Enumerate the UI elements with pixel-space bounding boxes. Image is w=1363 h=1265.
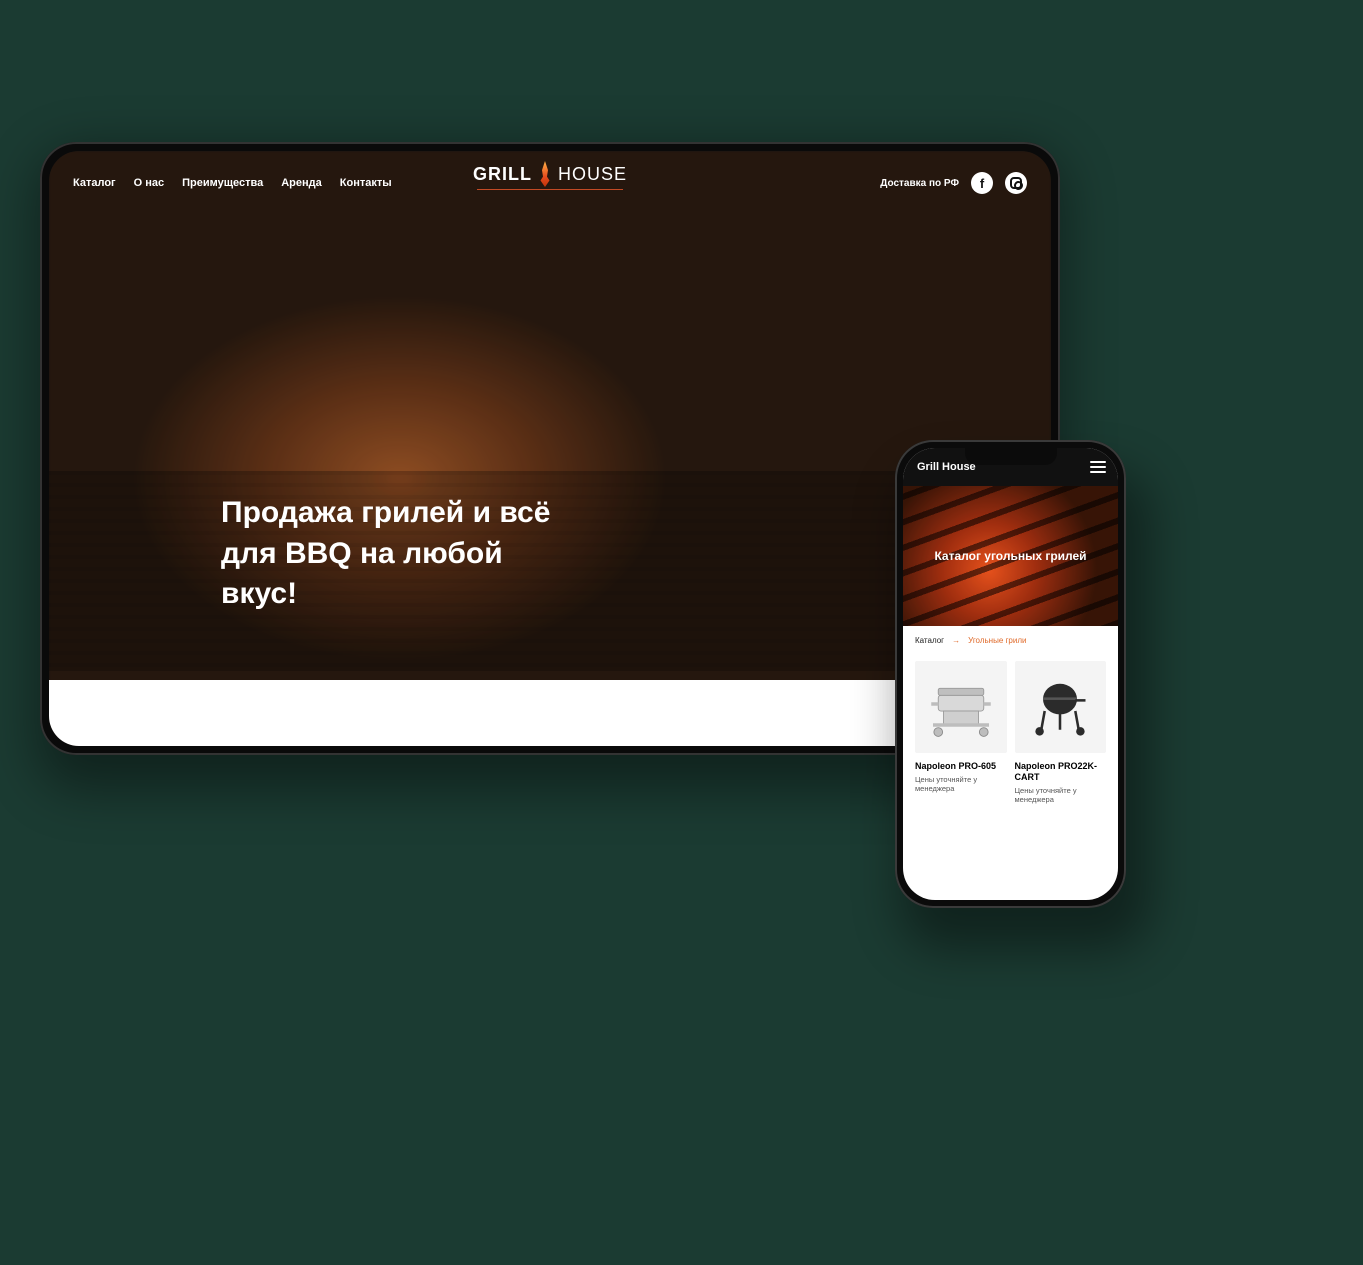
mobile-brand-title[interactable]: Grill House — [917, 461, 976, 473]
brand-logo[interactable]: GRILL HOUSE — [473, 161, 627, 190]
product-grid: Napoleon PRO-605 Цены уточняйте у менедж… — [903, 649, 1118, 900]
logo-text-right: HOUSE — [558, 164, 627, 185]
chevron-right-icon: → — [952, 636, 960, 645]
breadcrumb-current: Угольные грили — [968, 636, 1026, 645]
product-name: Napoleon PRO-605 — [915, 761, 1007, 772]
phone-screen: Grill House Каталог угольных грилей Ката… — [903, 448, 1118, 900]
mobile-hero-title: Каталог угольных грилей — [924, 549, 1096, 563]
product-image — [1015, 661, 1107, 753]
logo-text-left: GRILL — [473, 164, 532, 185]
product-name: Napoleon PRO22K-CART — [1015, 761, 1107, 783]
breadcrumb-root[interactable]: Каталог — [915, 636, 944, 645]
nav-item-about[interactable]: О нас — [134, 177, 165, 189]
hamburger-icon[interactable] — [1090, 461, 1106, 473]
product-price: Цены уточняйте у менеджера — [915, 775, 1007, 793]
nav-item-advantages[interactable]: Преимущества — [182, 177, 263, 189]
mobile-hero: Каталог угольных грилей — [903, 486, 1118, 626]
instagram-icon[interactable] — [1005, 172, 1027, 194]
nav-item-catalog[interactable]: Каталог — [73, 177, 116, 189]
product-price: Цены уточняйте у менеджера — [1015, 786, 1107, 804]
facebook-icon[interactable]: f — [971, 172, 993, 194]
nav-item-contacts[interactable]: Контакты — [340, 177, 392, 189]
nav-item-rent[interactable]: Аренда — [281, 177, 322, 189]
phone-device: Grill House Каталог угольных грилей Ката… — [895, 440, 1126, 908]
nav-menu: Каталог О нас Преимущества Аренда Контак… — [73, 177, 392, 189]
product-card[interactable]: Napoleon PRO22K-CART Цены уточняйте у ме… — [1015, 661, 1107, 804]
breadcrumb: Каталог → Угольные грили — [903, 626, 1118, 649]
logo-divider — [477, 189, 623, 190]
phone-notch — [965, 447, 1057, 465]
hero-title: Продажа грилей и всё для BBQ на любой вк… — [221, 493, 561, 615]
product-image — [915, 661, 1007, 753]
grill-icon — [1026, 677, 1094, 737]
grill-icon — [926, 676, 996, 737]
top-nav: Каталог О нас Преимущества Аренда Контак… — [49, 151, 1051, 215]
product-card[interactable]: Napoleon PRO-605 Цены уточняйте у менедж… — [915, 661, 1007, 804]
delivery-badge: Доставка по РФ — [880, 178, 959, 189]
flame-icon — [540, 161, 550, 187]
